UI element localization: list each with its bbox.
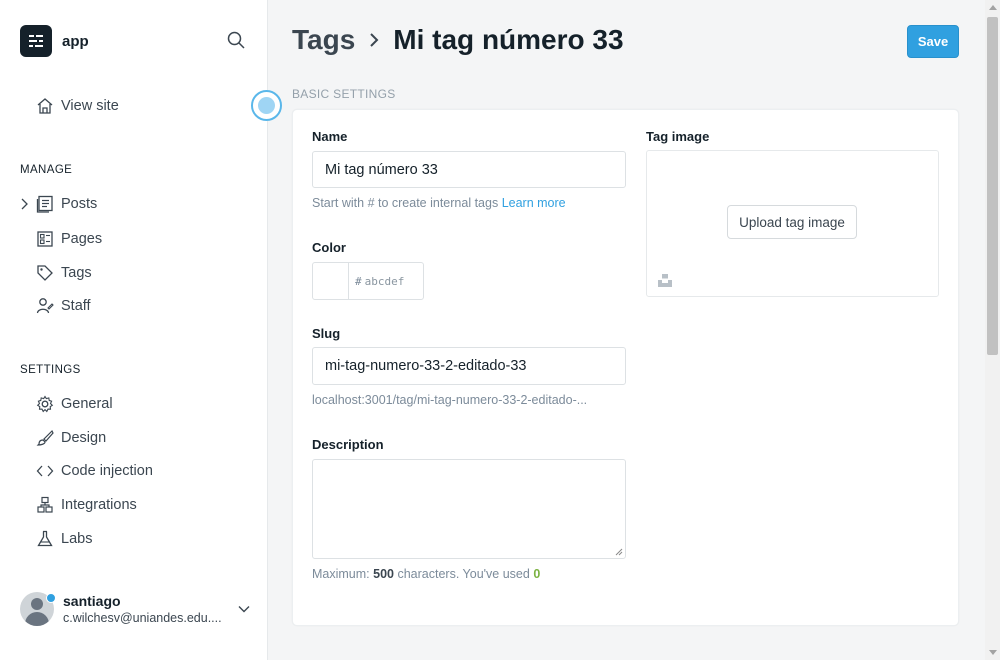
color-hash: # <box>355 274 362 288</box>
slug-label: Slug <box>312 326 341 341</box>
sidebar: app View site MANAGE Posts Pages Tags St… <box>0 0 268 660</box>
sidebar-item-posts[interactable]: Posts <box>36 194 97 214</box>
counter-mid: characters. You've used <box>397 567 530 581</box>
online-status-dot <box>46 593 56 603</box>
color-picker[interactable]: # abcdef <box>312 262 424 300</box>
save-button[interactable]: Save <box>907 25 959 58</box>
color-label: Color <box>312 240 346 255</box>
sidebar-item-staff[interactable]: Staff <box>36 296 91 316</box>
flask-icon <box>36 530 54 548</box>
sidebar-item-general[interactable]: General <box>36 394 113 414</box>
name-hint: Start with # to create internal tags Lea… <box>312 196 566 210</box>
app-logo-icon <box>20 25 52 57</box>
scroll-down-arrow-icon[interactable] <box>989 650 997 655</box>
user-name: santiago <box>63 593 121 609</box>
brand[interactable]: app <box>20 25 89 57</box>
user-email: c.wilchesv@uniandes.edu.... <box>63 611 222 625</box>
counter-prefix: Maximum: <box>312 567 370 581</box>
description-label: Description <box>312 437 384 452</box>
sidebar-item-label: Labs <box>61 531 93 547</box>
view-site-link[interactable]: View site <box>36 96 119 116</box>
sidebar-item-label: Pages <box>61 231 103 247</box>
chevron-down-icon <box>238 606 250 613</box>
brush-icon <box>36 429 54 447</box>
sidebar-item-label: Code injection <box>61 463 153 479</box>
unsplash-icon[interactable] <box>657 272 673 288</box>
basic-settings-label: Basic settings <box>292 87 396 101</box>
focus-indicator <box>251 90 282 121</box>
sidebar-item-label: Posts <box>61 196 98 212</box>
page-scrollbar[interactable] <box>985 0 1000 660</box>
name-input[interactable]: Mi tag número 33 <box>312 151 626 188</box>
home-icon <box>36 97 54 115</box>
upload-tag-image-button[interactable]: Upload tag image <box>727 205 857 239</box>
scroll-up-arrow-icon[interactable] <box>989 5 997 10</box>
view-site-label: View site <box>61 98 119 114</box>
sidebar-item-code-injection[interactable]: Code injection <box>36 461 153 481</box>
tag-icon <box>36 264 54 282</box>
code-icon <box>36 462 54 480</box>
staff-icon <box>36 297 54 315</box>
tag-image-label: Tag image <box>646 129 710 144</box>
settings-section-label: SETTINGS <box>20 364 81 376</box>
counter-used: 0 <box>533 567 541 581</box>
counter-max: 500 <box>373 567 394 581</box>
sidebar-item-tags[interactable]: Tags <box>36 263 92 283</box>
sidebar-item-label: Staff <box>61 298 91 314</box>
slug-input[interactable]: mi-tag-numero-33-2-editado-33 <box>312 347 626 385</box>
integrations-icon <box>36 496 54 514</box>
sidebar-item-design[interactable]: Design <box>36 428 106 448</box>
breadcrumb-tags[interactable]: Tags <box>292 24 355 56</box>
sidebar-item-integrations[interactable]: Integrations <box>36 495 137 515</box>
gear-icon <box>36 395 54 413</box>
name-label: Name <box>312 129 348 144</box>
page-title: Mi tag número 33 <box>393 24 624 55</box>
description-textarea[interactable] <box>312 459 626 559</box>
name-hint-text: Start with # to create internal tags <box>312 196 499 210</box>
sidebar-item-label: Design <box>61 430 107 446</box>
description-counter: Maximum: 500 characters. You've used 0 <box>312 567 540 581</box>
manage-section-label: MANAGE <box>20 164 73 176</box>
chevron-right-icon <box>370 33 379 47</box>
sidebar-item-labs[interactable]: Labs <box>36 529 92 549</box>
sidebar-item-pages[interactable]: Pages <box>36 229 102 249</box>
page-header: Tags Mi tag número 33 <box>292 24 624 56</box>
sidebar-item-label: Integrations <box>61 497 137 513</box>
posts-icon <box>36 195 54 213</box>
sidebar-item-label: General <box>61 396 113 412</box>
color-input[interactable]: abcdef <box>365 275 405 288</box>
sidebar-item-label: Tags <box>61 265 92 281</box>
scrollbar-thumb[interactable] <box>987 17 998 355</box>
expand-posts-icon[interactable] <box>19 197 29 211</box>
brand-name: app <box>62 32 89 50</box>
resize-handle-icon[interactable] <box>615 548 623 556</box>
color-swatch[interactable] <box>313 263 349 299</box>
learn-more-link[interactable]: Learn more <box>502 196 566 210</box>
search-icon[interactable] <box>226 30 248 52</box>
pages-icon <box>36 230 54 248</box>
slug-url: localhost:3001/tag/mi-tag-numero-33-2-ed… <box>312 393 588 407</box>
